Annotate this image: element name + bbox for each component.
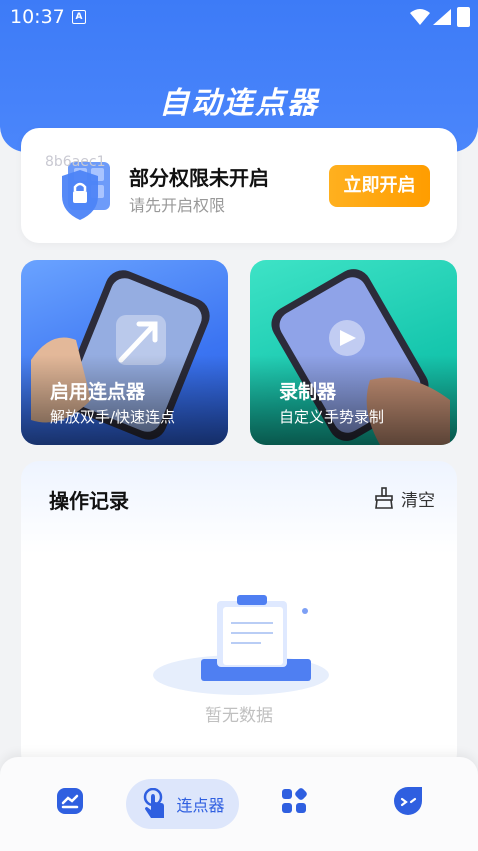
records-title: 操作记录: [49, 489, 129, 513]
nav-clicker-label: 连点器: [176, 796, 225, 815]
records-panel: 操作记录 清空 暂无数据: [21, 461, 457, 771]
nav-clicker[interactable]: 连点器: [126, 779, 239, 829]
tap-hand-icon: [144, 788, 165, 818]
chart-icon: [57, 788, 83, 814]
profile-face-icon: [394, 787, 422, 815]
enable-permission-button[interactable]: 立即开启: [329, 165, 430, 207]
feature-subtitle: 解放双手/快速连点: [50, 408, 176, 426]
nav-profile[interactable]: [386, 779, 430, 823]
debug-overlay-text: 8b6aec1: [45, 154, 106, 170]
feature-title: 启用连点器: [50, 381, 146, 403]
feature-subtitle: 自定义手势录制: [279, 408, 385, 426]
permission-subtitle: 请先开启权限: [129, 196, 226, 215]
empty-state-text: 暂无数据: [205, 706, 273, 726]
nav-apps[interactable]: [272, 779, 316, 823]
permission-card: 8b6aec1 部分权限未开启 请先开启权限 立即开启: [21, 128, 457, 243]
apps-grid-icon: [282, 788, 307, 813]
a-icon: A: [72, 10, 86, 24]
wifi-icon: [410, 9, 430, 25]
app-title: 自动连点器: [159, 86, 319, 121]
empty-clipboard-icon: [153, 595, 329, 695]
clear-label: 清空: [401, 490, 435, 511]
status-bar: 10:37 A: [0, 0, 478, 34]
bottom-nav: 连点器: [0, 757, 478, 851]
feature-title: 录制器: [279, 381, 337, 403]
nav-home[interactable]: [48, 779, 92, 823]
broom-icon: [375, 487, 393, 509]
status-time: 10:37: [10, 6, 65, 28]
permission-title: 部分权限未开启: [129, 166, 269, 190]
battery-icon: [457, 7, 470, 27]
start-clicker-card[interactable]: 启用连点器 解放双手/快速连点: [21, 260, 228, 445]
clear-records-button[interactable]: 清空: [373, 485, 435, 511]
recorder-card[interactable]: 录制器 自定义手势录制: [250, 260, 457, 445]
cell-signal-icon: [433, 9, 451, 25]
